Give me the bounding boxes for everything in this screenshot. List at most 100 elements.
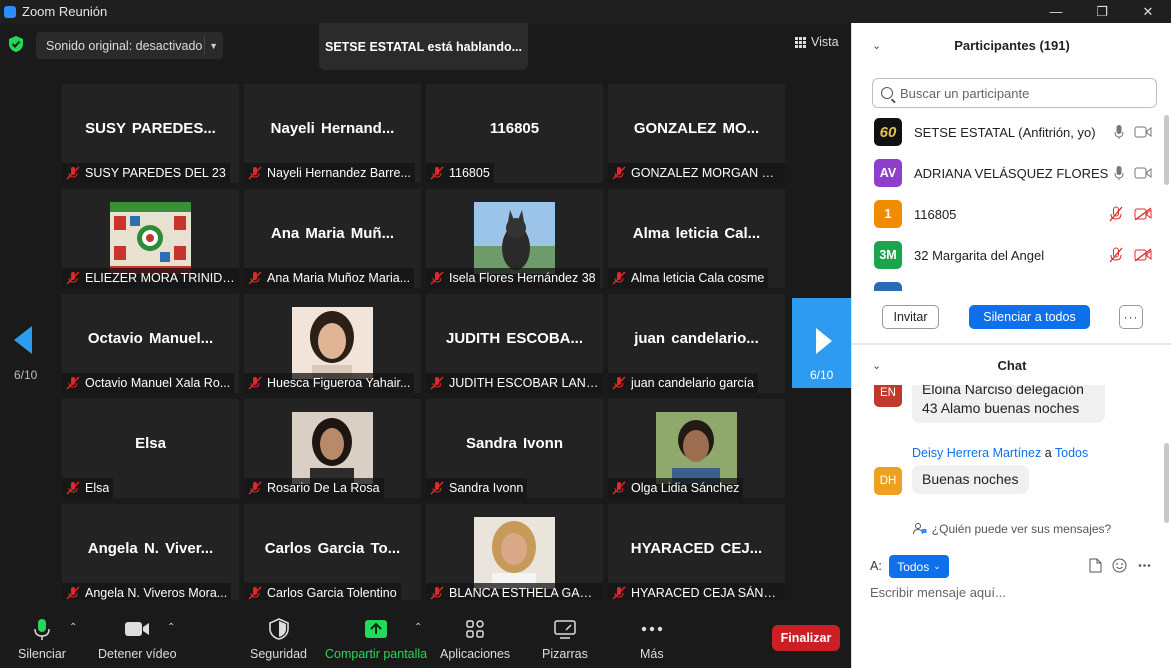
mic-muted-icon (248, 166, 262, 180)
video-tile[interactable]: Angela N. Viver... Angela N. Viveros Mor… (62, 504, 239, 603)
recipient-name[interactable]: Todos (1055, 446, 1088, 460)
participant-row[interactable]: 60 SETSE ESTATAL (Anfitrión, yo) (874, 118, 1152, 146)
title-bar: Zoom Reunión — ❐ ✕ (0, 0, 1171, 23)
caret-up-icon[interactable]: ⌃ (69, 622, 77, 633)
avatar: DH (874, 467, 902, 495)
avatar: AV (874, 159, 902, 187)
video-tile[interactable]: Olga Lidia Sánchez (608, 399, 785, 498)
participant-list: 60 SETSE ESTATAL (Anfitrión, yo) AV ADRI… (852, 114, 1162, 291)
participant-name: SETSE ESTATAL (Anfitrión, yo) (914, 124, 1096, 140)
video-tile[interactable]: ELIEZER MORA TRINIDAD (62, 189, 239, 288)
close-button[interactable]: ✕ (1125, 0, 1171, 23)
whiteboards-label: Pizarras (542, 647, 588, 661)
share-screen-icon (365, 620, 388, 638)
recipient-dropdown[interactable]: Todos ⌄ (889, 555, 949, 578)
recipient-value: Todos (897, 559, 930, 574)
end-meeting-button[interactable]: Finalizar (772, 625, 840, 651)
video-tile[interactable]: Rosario De La Rosa (244, 399, 421, 498)
tile-label: SUSY PAREDES DEL 23 (62, 163, 230, 183)
more-dots-icon[interactable] (1137, 558, 1152, 573)
participant-row[interactable]: 3M 32 Margarita del Angel (874, 241, 1152, 269)
mic-muted-icon (430, 166, 444, 180)
tile-name: GONZALEZ MO... (633, 120, 760, 137)
mic-muted-icon[interactable] (1108, 206, 1124, 222)
side-panel: ⌄ Participantes (191) Buscar un particip… (851, 23, 1171, 668)
mic-muted-icon (612, 586, 626, 600)
caret-down-icon[interactable]: ▼ (209, 41, 218, 51)
next-page-button[interactable]: 6/10 (792, 298, 852, 388)
video-tile[interactable]: Isela Flores Hernández 38 (426, 189, 603, 288)
video-tile[interactable]: juan candelario... juan candelario garcí… (608, 294, 785, 393)
sender-name[interactable]: Deisy Herrera Martínez (912, 446, 1041, 460)
participant-name: 32 Margarita del Angel (914, 247, 1045, 263)
video-tile[interactable]: HYARACED CEJ... HYARACED CEJA SÁNCH... (608, 504, 785, 603)
more-button[interactable]: Más (640, 617, 664, 661)
video-tile[interactable]: Alma leticia Cal... Alma leticia Cala co… (608, 189, 785, 288)
file-icon[interactable] (1089, 558, 1102, 573)
share-screen-button[interactable]: Compartir pantalla (325, 617, 427, 661)
previous-page-button[interactable]: 6/10 (0, 295, 52, 385)
person-lock-icon (912, 523, 927, 535)
video-tile[interactable]: Sandra Ivonn Sandra Ivonn (426, 399, 603, 498)
invite-button[interactable]: Invitar (882, 305, 939, 329)
mic-muted-icon (248, 586, 262, 600)
participant-row[interactable]: 1 116805 (874, 200, 1152, 228)
chat-sender: Deisy Herrera Martínez a Todos (912, 446, 1089, 460)
meeting-area: Sonido original: desactivado ▼ SETSE EST… (0, 23, 852, 668)
shield-check-icon[interactable] (8, 35, 24, 53)
participant-list-scrollbar[interactable] (1164, 115, 1169, 185)
who-can-see-link[interactable]: ¿Quién puede ver sus mensajes? (852, 518, 1171, 540)
video-camera-icon[interactable] (1134, 126, 1152, 138)
participant-row[interactable]: AV ADRIANA VELÁSQUEZ FLORES (874, 159, 1152, 187)
tile-name: Alma leticia Cal... (632, 225, 761, 242)
maximize-button[interactable]: ❐ (1079, 0, 1125, 23)
original-sound-dropdown[interactable]: Sonido original: desactivado ▼ (36, 32, 223, 59)
video-off-icon[interactable] (1134, 207, 1152, 221)
profile-photo-image (292, 307, 373, 379)
video-camera-icon[interactable] (1134, 167, 1152, 179)
microphone-icon[interactable] (1114, 124, 1124, 140)
video-tile[interactable]: BLANCA ESTHELA GARCI... (426, 504, 603, 603)
participant-search-input[interactable]: Buscar un participante (872, 78, 1157, 108)
chat-message-input[interactable]: Escribir mensaje aquí... (870, 585, 1006, 600)
video-tile[interactable]: Huesca Figueroa Yahair... (244, 294, 421, 393)
mic-muted-icon[interactable] (1108, 247, 1124, 263)
whiteboards-button[interactable]: Pizarras (542, 617, 588, 661)
mic-muted-icon (612, 166, 626, 180)
mic-muted-icon (612, 271, 626, 285)
video-tile[interactable]: Elsa Elsa (62, 399, 239, 498)
more-options-button[interactable]: ··· (1119, 305, 1143, 329)
video-tile[interactable]: SUSY PAREDES... SUSY PAREDES DEL 23 (62, 84, 239, 183)
view-button[interactable]: Vista (795, 35, 839, 49)
mute-button[interactable]: Silenciar (18, 617, 66, 661)
participant-row[interactable] (874, 282, 1152, 291)
video-off-icon[interactable] (1134, 248, 1152, 262)
video-tile[interactable]: Ana Maria Muñ... Ana Maria Muñoz Maria..… (244, 189, 421, 288)
video-tile[interactable]: JUDITH ESCOBA... JUDITH ESCOBAR LANDA (426, 294, 603, 393)
mute-all-button[interactable]: Silenciar a todos (969, 305, 1090, 329)
mic-muted-icon (430, 586, 444, 600)
video-tile[interactable]: Octavio Manuel... Octavio Manuel Xala Ro… (62, 294, 239, 393)
video-tile[interactable]: Nayeli Hernand... Nayeli Hernandez Barre… (244, 84, 421, 183)
microphone-icon[interactable] (1114, 165, 1124, 181)
emoji-icon[interactable] (1112, 558, 1127, 573)
tile-name: SUSY PAREDES... (85, 120, 216, 137)
video-tile[interactable]: 116805 116805 (426, 84, 603, 183)
chat-message: Eloina Narciso delegación 43 Alamo buena… (912, 385, 1105, 423)
stop-video-button[interactable]: Detener vídeo (98, 617, 177, 661)
chat-scrollbar[interactable] (1164, 443, 1169, 523)
security-button[interactable]: Seguridad (250, 617, 307, 661)
mic-muted-icon (430, 376, 444, 390)
window-title: Zoom Reunión (22, 4, 108, 19)
caret-up-icon[interactable]: ⌃ (167, 622, 175, 633)
apps-button[interactable]: Aplicaciones (440, 617, 510, 661)
video-tile[interactable]: GONZALEZ MO... GONZALEZ MORGAN VI... (608, 84, 785, 183)
tile-label: Elsa (62, 478, 114, 498)
video-tile[interactable]: Carlos Garcia To... Carlos Garcia Tolent… (244, 504, 421, 603)
mic-muted-icon (612, 481, 626, 495)
caret-up-icon[interactable]: ⌃ (414, 622, 422, 633)
tile-label: Isela Flores Hernández 38 (426, 268, 600, 288)
mic-muted-icon (66, 586, 80, 600)
profile-photo-image (292, 412, 373, 484)
minimize-button[interactable]: — (1033, 0, 1079, 23)
